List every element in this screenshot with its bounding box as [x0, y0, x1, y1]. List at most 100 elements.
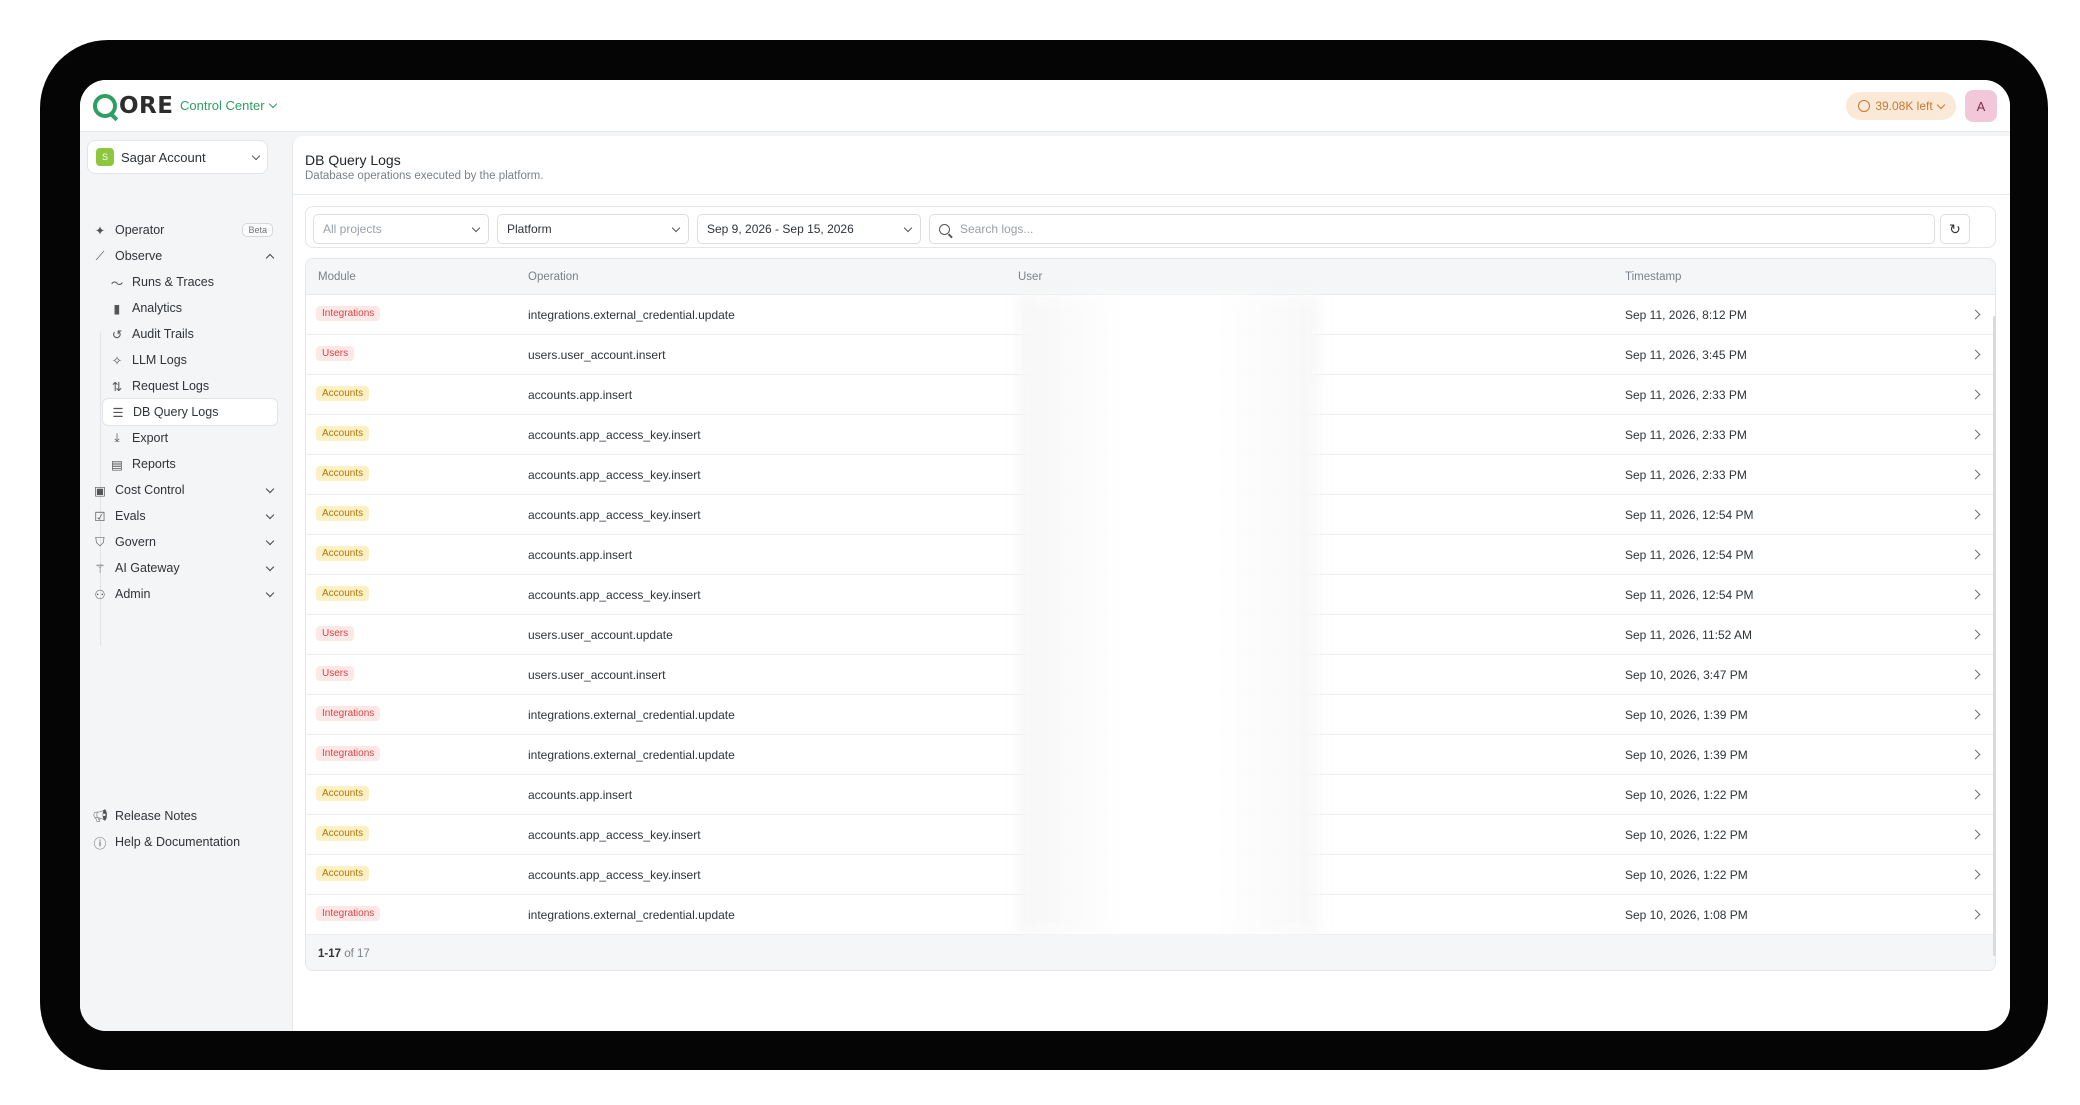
logo[interactable]: ORE [93, 92, 173, 120]
header-divider [293, 194, 2010, 195]
bar-chart-icon: ▮ [113, 301, 121, 316]
module-badge: Integrations [316, 746, 381, 761]
chevron-right-icon[interactable] [1970, 309, 1981, 320]
sidebar-item-label: Govern [115, 535, 156, 549]
wallet-icon: ▣ [94, 483, 106, 498]
history-icon: ↺ [111, 327, 123, 342]
sidebar: S Sagar Account ✦ Operator Beta ⟋ Observ… [80, 132, 282, 1031]
timestamp-cell: Sep 10, 2026, 1:39 PM [1625, 748, 1748, 762]
chevron-right-icon[interactable] [1970, 509, 1981, 520]
chevron-right-icon[interactable] [1970, 709, 1981, 720]
sidebar-item-label: Reports [132, 457, 176, 471]
chevron-right-icon[interactable] [1970, 869, 1981, 880]
chevron-right-icon[interactable] [1970, 349, 1981, 360]
timestamp-cell: Sep 10, 2026, 3:47 PM [1625, 668, 1748, 682]
chevron-right-icon[interactable] [1970, 669, 1981, 680]
help-circle-icon: ⓘ [93, 836, 107, 851]
chevron-right-icon[interactable] [1970, 429, 1981, 440]
column-header-module[interactable]: Module [318, 271, 356, 283]
sidebar-item-runs-traces[interactable]: 〜 Runs & Traces [110, 269, 270, 295]
sparkle-icon: ✧ [111, 353, 123, 368]
sidebar-item-operator[interactable]: ✦ Operator Beta [93, 217, 273, 243]
chevron-right-icon[interactable] [1970, 589, 1981, 600]
chevron-right-icon[interactable] [1970, 549, 1981, 560]
sidebar-item-analytics[interactable]: ▮ Analytics [110, 295, 270, 321]
chevron-down-icon [265, 484, 275, 493]
timestamp-cell: Sep 11, 2026, 12:54 PM [1625, 508, 1754, 522]
chevron-down-icon [265, 588, 275, 597]
timestamp-cell: Sep 11, 2026, 12:54 PM [1625, 588, 1754, 602]
scrollbar[interactable] [1993, 316, 1996, 956]
platform-select-value: Platform [507, 222, 552, 236]
operation-cell: accounts.app_access_key.insert [528, 828, 701, 842]
sidebar-item-db-query-logs[interactable]: ☰ DB Query Logs [102, 398, 278, 426]
coins-icon [1858, 100, 1871, 112]
pagination-count: 1-17 of 17 [318, 948, 370, 960]
sidebar-item-admin[interactable]: ⚇ Admin [93, 581, 275, 607]
chevron-right-icon[interactable] [1970, 829, 1981, 840]
column-header-user[interactable]: User [1018, 271, 1042, 283]
logo-text: ORE [119, 93, 174, 119]
user-avatar[interactable]: A [1965, 90, 1997, 122]
chevron-right-icon[interactable] [1970, 749, 1981, 760]
sidebar-item-govern[interactable]: ⛉ Govern [93, 529, 275, 555]
sidebar-item-llm-logs[interactable]: ✧ LLM Logs [110, 347, 270, 373]
user-column-redacted [1018, 295, 1320, 935]
timestamp-cell: Sep 10, 2026, 1:39 PM [1625, 708, 1748, 722]
app-switcher[interactable]: Control Center [180, 98, 277, 113]
chevron-right-icon[interactable] [1970, 789, 1981, 800]
timestamp-cell: Sep 11, 2026, 3:45 PM [1625, 348, 1747, 362]
account-switcher[interactable]: S Sagar Account [87, 140, 268, 174]
document-icon: ▤ [111, 457, 123, 472]
logo-q-mark [93, 94, 117, 118]
column-header-timestamp[interactable]: Timestamp [1625, 271, 1681, 283]
module-badge: Accounts [316, 826, 370, 841]
sidebar-item-reports[interactable]: ▤ Reports [110, 451, 270, 477]
operation-cell: integrations.external_credential.update [528, 708, 735, 722]
sidebar-item-ai-gateway[interactable]: ⚚ AI Gateway [93, 555, 275, 581]
operation-cell: accounts.app.insert [528, 788, 633, 802]
timestamp-cell: Sep 11, 2026, 2:33 PM [1625, 468, 1747, 482]
sidebar-item-label: Analytics [132, 301, 183, 315]
table-header: Module Operation User Timestamp [306, 259, 1995, 295]
credits-badge[interactable]: 39.08K left [1846, 92, 1956, 120]
chevron-right-icon[interactable] [1970, 469, 1981, 480]
sidebar-item-label: Audit Trails [132, 327, 194, 341]
chevron-down-icon [268, 99, 277, 109]
timestamp-cell: Sep 10, 2026, 1:22 PM [1625, 828, 1748, 842]
operation-cell: accounts.app_access_key.insert [528, 868, 701, 882]
module-badge: Users [316, 346, 355, 361]
search-input[interactable]: Search logs... [929, 214, 1935, 244]
sidebar-item-release-notes[interactable]: 📢︎ Release Notes [92, 803, 273, 829]
project-select[interactable]: All projects [313, 214, 489, 244]
chevron-up-icon [265, 253, 275, 262]
pagination-range: 1-17 [318, 948, 342, 960]
refresh-button[interactable]: ↻ [1940, 214, 1970, 244]
chevron-right-icon[interactable] [1970, 389, 1981, 400]
sidebar-item-audit-trails[interactable]: ↺ Audit Trails [110, 321, 270, 347]
chevron-right-icon[interactable] [1970, 629, 1981, 640]
module-badge: Accounts [316, 506, 370, 521]
module-badge: Integrations [316, 306, 381, 321]
timestamp-cell: Sep 11, 2026, 2:33 PM [1625, 428, 1747, 442]
platform-select[interactable]: Platform [497, 214, 689, 244]
operation-cell: integrations.external_credential.update [528, 748, 735, 762]
sidebar-item-evals[interactable]: ☑ Evals [93, 503, 275, 529]
column-header-operation[interactable]: Operation [528, 271, 579, 283]
chevron-down-icon [903, 223, 913, 232]
sidebar-item-help-documentation[interactable]: ⓘ Help & Documentation [93, 829, 273, 855]
module-badge: Users [316, 626, 355, 641]
sidebar-item-label: Release Notes [115, 809, 197, 823]
sidebar-item-cost-control[interactable]: ▣ Cost Control [93, 477, 275, 503]
operation-cell: integrations.external_credential.update [528, 908, 735, 922]
sidebar-item-label: Help & Documentation [115, 835, 241, 849]
sidebar-item-observe[interactable]: ⟋ Observe [93, 243, 275, 269]
sidebar-item-export[interactable]: ⤓ Export [110, 425, 270, 451]
timestamp-cell: Sep 10, 2026, 1:22 PM [1625, 868, 1748, 882]
module-badge: Accounts [316, 786, 370, 801]
date-range-value: Sep 9, 2026 - Sep 15, 2026 [707, 222, 854, 236]
chevron-right-icon[interactable] [1970, 909, 1981, 920]
date-range-picker[interactable]: Sep 9, 2026 - Sep 15, 2026 [697, 214, 921, 244]
sparkle-icon: ✦ [94, 223, 106, 238]
sidebar-item-request-logs[interactable]: ⇅ Request Logs [110, 373, 270, 399]
